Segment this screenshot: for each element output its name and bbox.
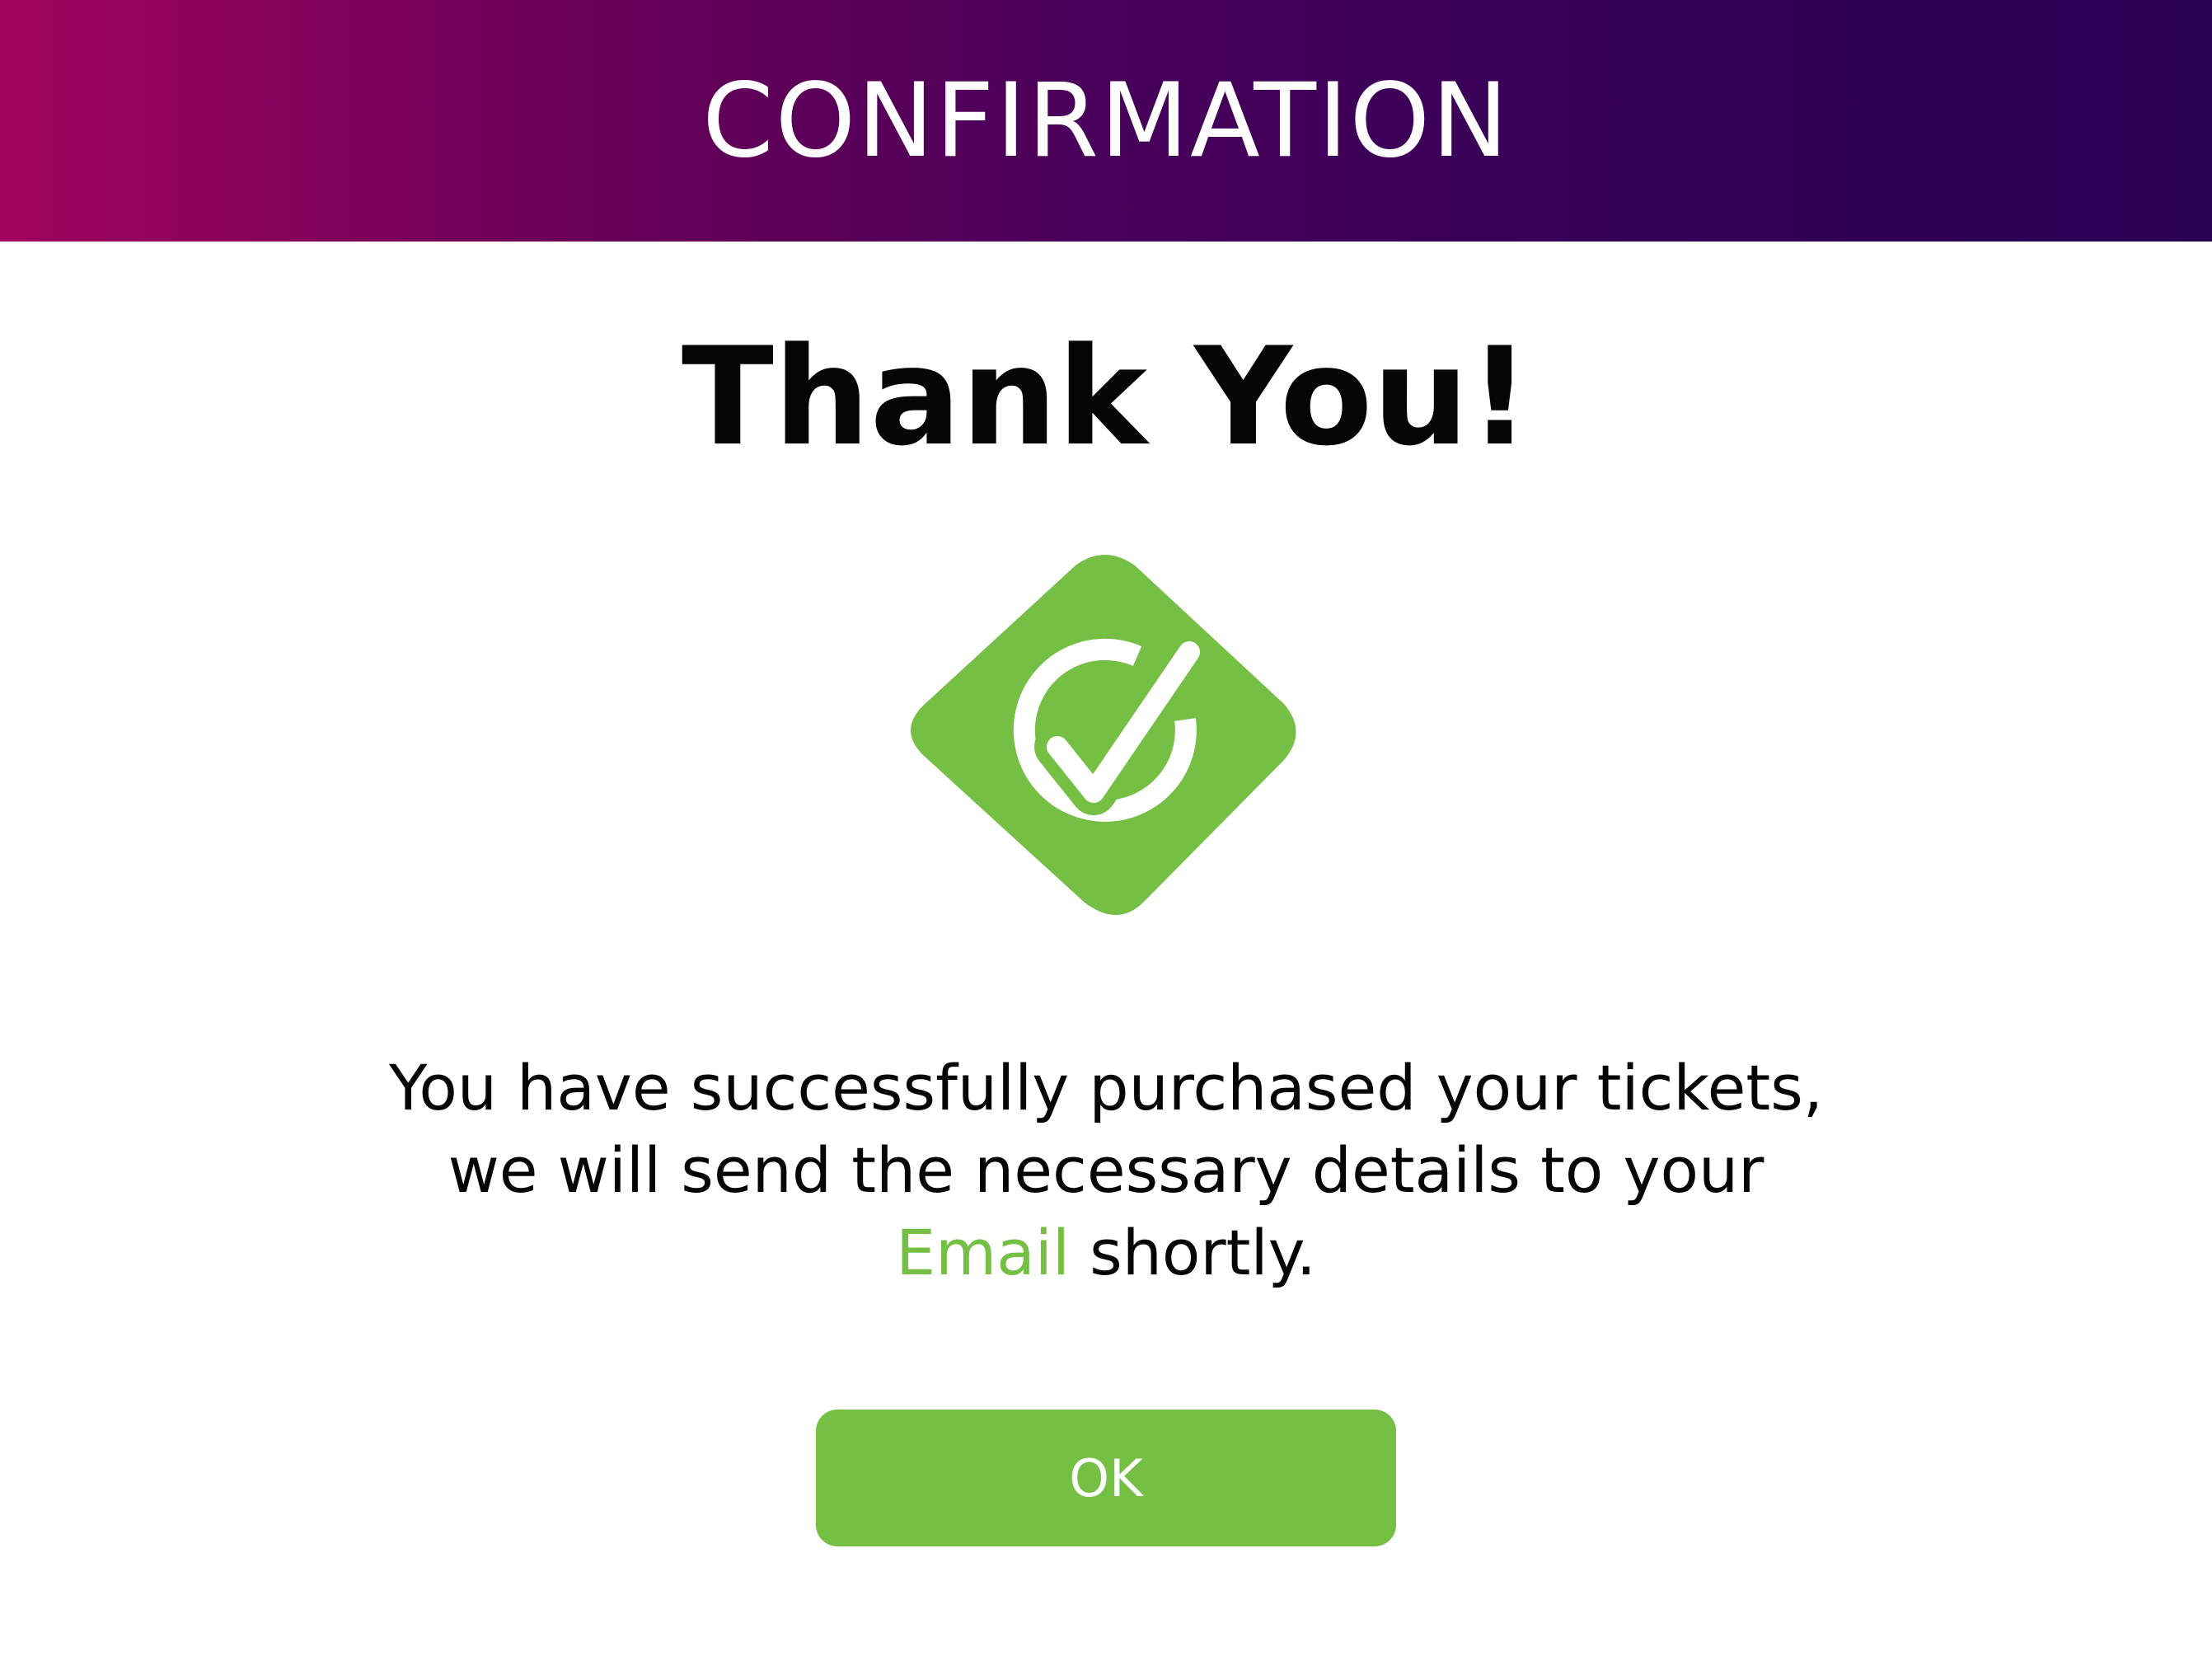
ok-button[interactable]: OK xyxy=(816,1410,1396,1546)
thank-you-heading: Thank You! xyxy=(681,318,1531,476)
message-text-end: shortly. xyxy=(1069,1216,1316,1289)
page-title: CONFIRMATION xyxy=(702,61,1510,181)
email-highlight: Email xyxy=(896,1216,1070,1289)
message-text: You have successfully purchased your tic… xyxy=(389,1051,1823,1207)
confirmation-message: You have successfully purchased your tic… xyxy=(364,1047,1848,1294)
header-bar: CONFIRMATION xyxy=(0,0,2212,242)
success-check-icon xyxy=(911,555,1296,915)
